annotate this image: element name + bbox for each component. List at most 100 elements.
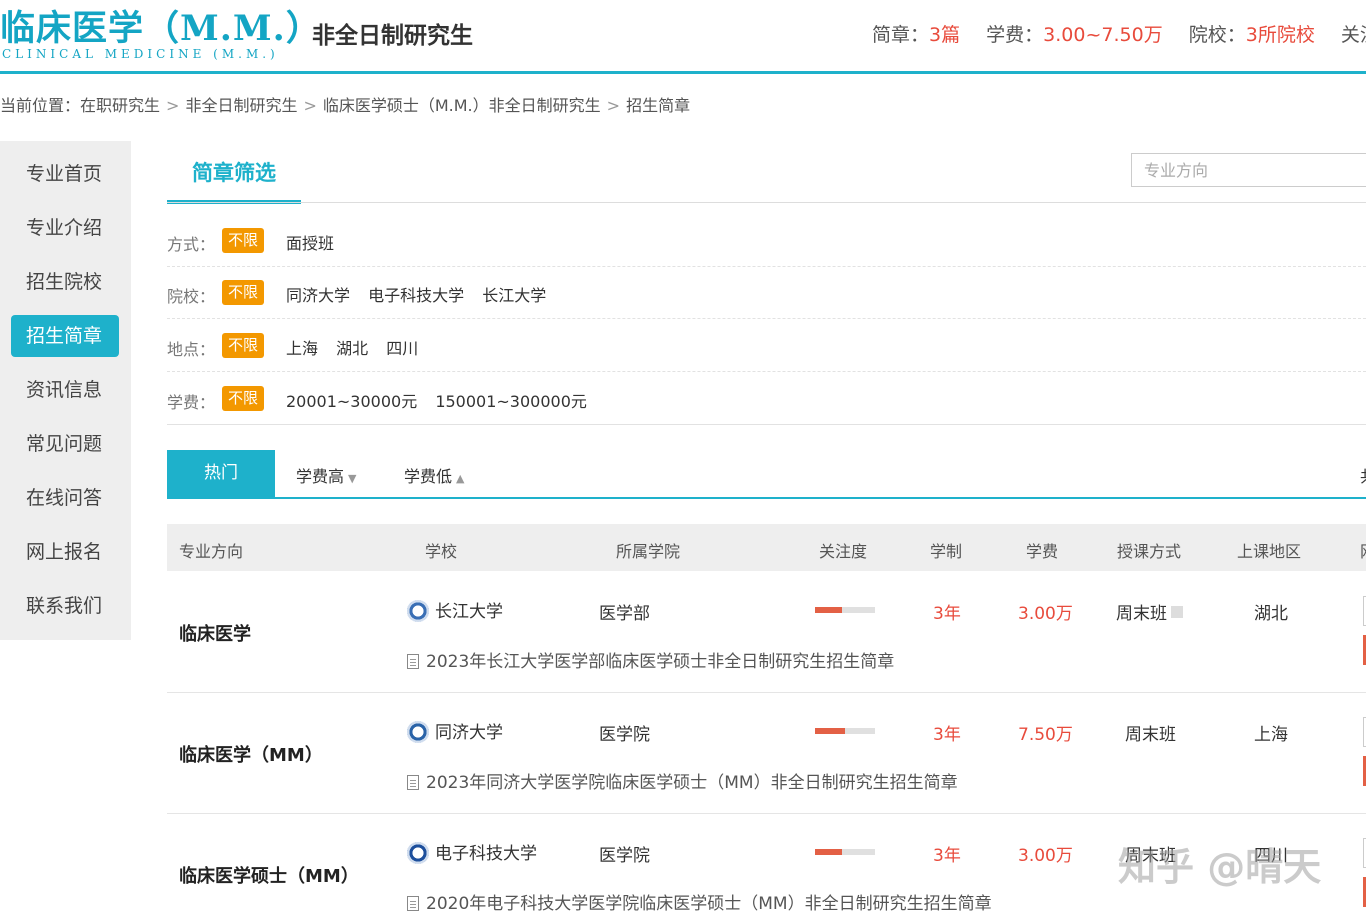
class-region: 上海 — [1254, 725, 1288, 745]
filter-row-mode: 方式： 不限 面授班 — [167, 215, 1366, 267]
breadcrumb-separator: > — [303, 96, 317, 115]
school-name: 同济大学 — [435, 723, 503, 743]
filter-tab[interactable]: 简章筛选 — [167, 150, 301, 204]
school-name: 长江大学 — [435, 602, 503, 622]
brochure-link[interactable]: 2023年同济大学医学院临床医学硕士（MM）非全日制研究生招生简章 — [407, 768, 958, 793]
attention-fill — [815, 849, 842, 855]
filter-unlimited-tag[interactable]: 不限 — [222, 333, 265, 358]
stat-value: 3.00~7.50万 — [1043, 24, 1163, 46]
sidebar-item-faq[interactable]: 常见问题 — [0, 417, 131, 471]
table-row: 临床医学 长江大学 医学部 3年 3.00万 周末班 湖北 2023年长江大学医… — [167, 572, 1366, 693]
page-root: 临床医学（M.M.） CLINICAL MEDICINE (M.M.) 非全日制… — [0, 0, 1366, 918]
sidebar-item-brochures[interactable]: 招生简章 — [0, 309, 131, 363]
filter-options: 同济大学 电子科技大学 长江大学 — [286, 282, 559, 306]
attention-fill — [815, 607, 842, 613]
sidebar-item-contact[interactable]: 联系我们 — [0, 579, 131, 633]
sidebar-item-label: 资讯信息 — [26, 379, 103, 401]
stat-label: 院校： — [1188, 24, 1246, 46]
table-header: 专业方向 学校 所属学院 关注度 学制 学费 授课方式 上课地区 网 — [167, 524, 1366, 571]
breadcrumb-link[interactable]: 临床医学硕士（M.M.）非全日制研究生 — [323, 96, 601, 115]
brochure-link[interactable]: 2023年长江大学医学部临床医学硕士非全日制研究生招生简章 — [407, 647, 894, 672]
brochure-title: 2023年长江大学医学部临床医学硕士非全日制研究生招生简章 — [426, 652, 895, 672]
filter-unlimited-tag[interactable]: 不限 — [222, 280, 265, 305]
breadcrumb-current: 招生简章 — [626, 96, 691, 115]
filter-label: 地点： — [167, 340, 216, 359]
column-header: 关注度 — [819, 542, 868, 561]
filter-option[interactable]: 电子科技大学 — [368, 286, 464, 305]
filter-label: 学费： — [167, 393, 216, 412]
sort-fee-low[interactable]: 学费低 ▲ — [404, 463, 464, 487]
filter-option[interactable]: 四川 — [386, 339, 418, 358]
arrow-down-icon: ▼ — [348, 472, 357, 485]
filter-row-school: 院校： 不限 同济大学 电子科技大学 长江大学 — [167, 267, 1366, 319]
breadcrumb: 当前位置：在职研究生 > 非全日制研究生 > 临床医学硕士（M.M.）非全日制研究生 > 招… — [0, 92, 690, 116]
filter-unlimited-tag[interactable]: 不限 — [222, 386, 265, 411]
document-icon — [407, 896, 419, 911]
filter-unlimited-tag[interactable]: 不限 — [222, 228, 265, 253]
sidebar-item-news[interactable]: 资讯信息 — [0, 363, 131, 417]
document-icon — [407, 775, 419, 790]
college-name: 医学部 — [599, 604, 650, 624]
filter-option[interactable]: 20001~30000元 — [286, 392, 417, 411]
school-name: 电子科技大学 — [435, 844, 537, 864]
sort-label: 学费低 — [404, 467, 453, 486]
breadcrumb-link[interactable]: 非全日制研究生 — [185, 96, 297, 115]
teaching-mode-label: 周末班 — [1116, 604, 1167, 624]
filter-option[interactable]: 同济大学 — [286, 286, 350, 305]
major-search-input[interactable] — [1131, 153, 1366, 187]
breadcrumb-separator: > — [166, 96, 180, 115]
school-link[interactable]: 长江大学 — [407, 597, 503, 622]
stat-value: 3所院校 — [1245, 24, 1315, 46]
info-icon[interactable] — [1171, 606, 1183, 618]
column-header: 专业方向 — [179, 542, 244, 561]
sidebar-item-label: 招生院校 — [26, 271, 103, 293]
logo-subtitle: CLINICAL MEDICINE (M.M.) — [2, 47, 279, 61]
brochure-title: 2023年同济大学医学院临床医学硕士（MM）非全日制研究生招生简章 — [426, 773, 958, 793]
table-row: 临床医学（MM） 同济大学 医学院 3年 7.50万 周末班 上海 2023年同… — [167, 693, 1366, 814]
sort-hot-tab[interactable]: 热门 — [167, 450, 275, 497]
tuition-fee: 3.00万 — [1018, 846, 1073, 866]
column-header: 学制 — [930, 542, 963, 561]
sidebar-item-label: 招生简章 — [26, 325, 103, 347]
stat-brochures: 简章：3篇 — [872, 20, 960, 47]
filter-label: 方式： — [167, 235, 216, 254]
sidebar-item-label: 联系我们 — [26, 595, 103, 617]
logo-title[interactable]: 临床医学（M.M.） — [0, 0, 322, 51]
filter-row-location: 地点： 不限 上海 湖北 四川 — [167, 320, 1366, 372]
filter-option[interactable]: 面授班 — [286, 234, 334, 253]
column-header: 学费 — [1026, 542, 1059, 561]
column-header: 网 — [1360, 538, 1366, 562]
column-header: 所属学院 — [616, 542, 681, 561]
sidebar-item-qa[interactable]: 在线问答 — [0, 471, 131, 525]
filter-option[interactable]: 湖北 — [336, 339, 368, 358]
major-name[interactable]: 临床医学硕士（MM） — [179, 862, 359, 888]
brochure-link[interactable]: 2020年电子科技大学医学院临床医学硕士（MM）非全日制研究生招生简章 — [407, 889, 992, 914]
sidebar-item-apply[interactable]: 网上报名 — [0, 525, 131, 579]
major-name[interactable]: 临床医学 — [179, 620, 251, 646]
column-header: 授课方式 — [1117, 542, 1182, 561]
major-name[interactable]: 临床医学（MM） — [179, 741, 323, 767]
sidebar-item-home[interactable]: 专业首页 — [0, 147, 131, 201]
filter-option[interactable]: 150001~300000元 — [435, 392, 587, 411]
column-header: 上课地区 — [1237, 542, 1302, 561]
teaching-mode: 周末班 — [1116, 599, 1183, 624]
stat-value: 3篇 — [929, 24, 961, 46]
stat-label: 关注度 — [1340, 24, 1366, 46]
tuition-fee: 3.00万 — [1018, 604, 1073, 624]
school-link[interactable]: 电子科技大学 — [407, 839, 537, 864]
stat-schools: 院校：3所院校 — [1189, 20, 1315, 47]
college-name: 医学院 — [599, 846, 650, 866]
sidebar-item-label: 专业首页 — [26, 163, 103, 185]
sort-fee-high[interactable]: 学费高 ▼ — [296, 463, 356, 487]
school-link[interactable]: 同济大学 — [407, 718, 503, 743]
sidebar-item-intro[interactable]: 专业介绍 — [0, 201, 131, 255]
divider — [167, 202, 1366, 203]
breadcrumb-link[interactable]: 在职研究生 — [80, 96, 160, 115]
breadcrumb-prefix: 当前位置： — [0, 96, 81, 115]
arrow-up-icon: ▲ — [456, 472, 465, 485]
breadcrumb-separator: > — [606, 96, 621, 115]
sidebar-item-schools[interactable]: 招生院校 — [0, 255, 131, 309]
college-name: 医学院 — [599, 725, 650, 745]
filter-option[interactable]: 长江大学 — [482, 286, 546, 305]
filter-option[interactable]: 上海 — [286, 339, 318, 358]
